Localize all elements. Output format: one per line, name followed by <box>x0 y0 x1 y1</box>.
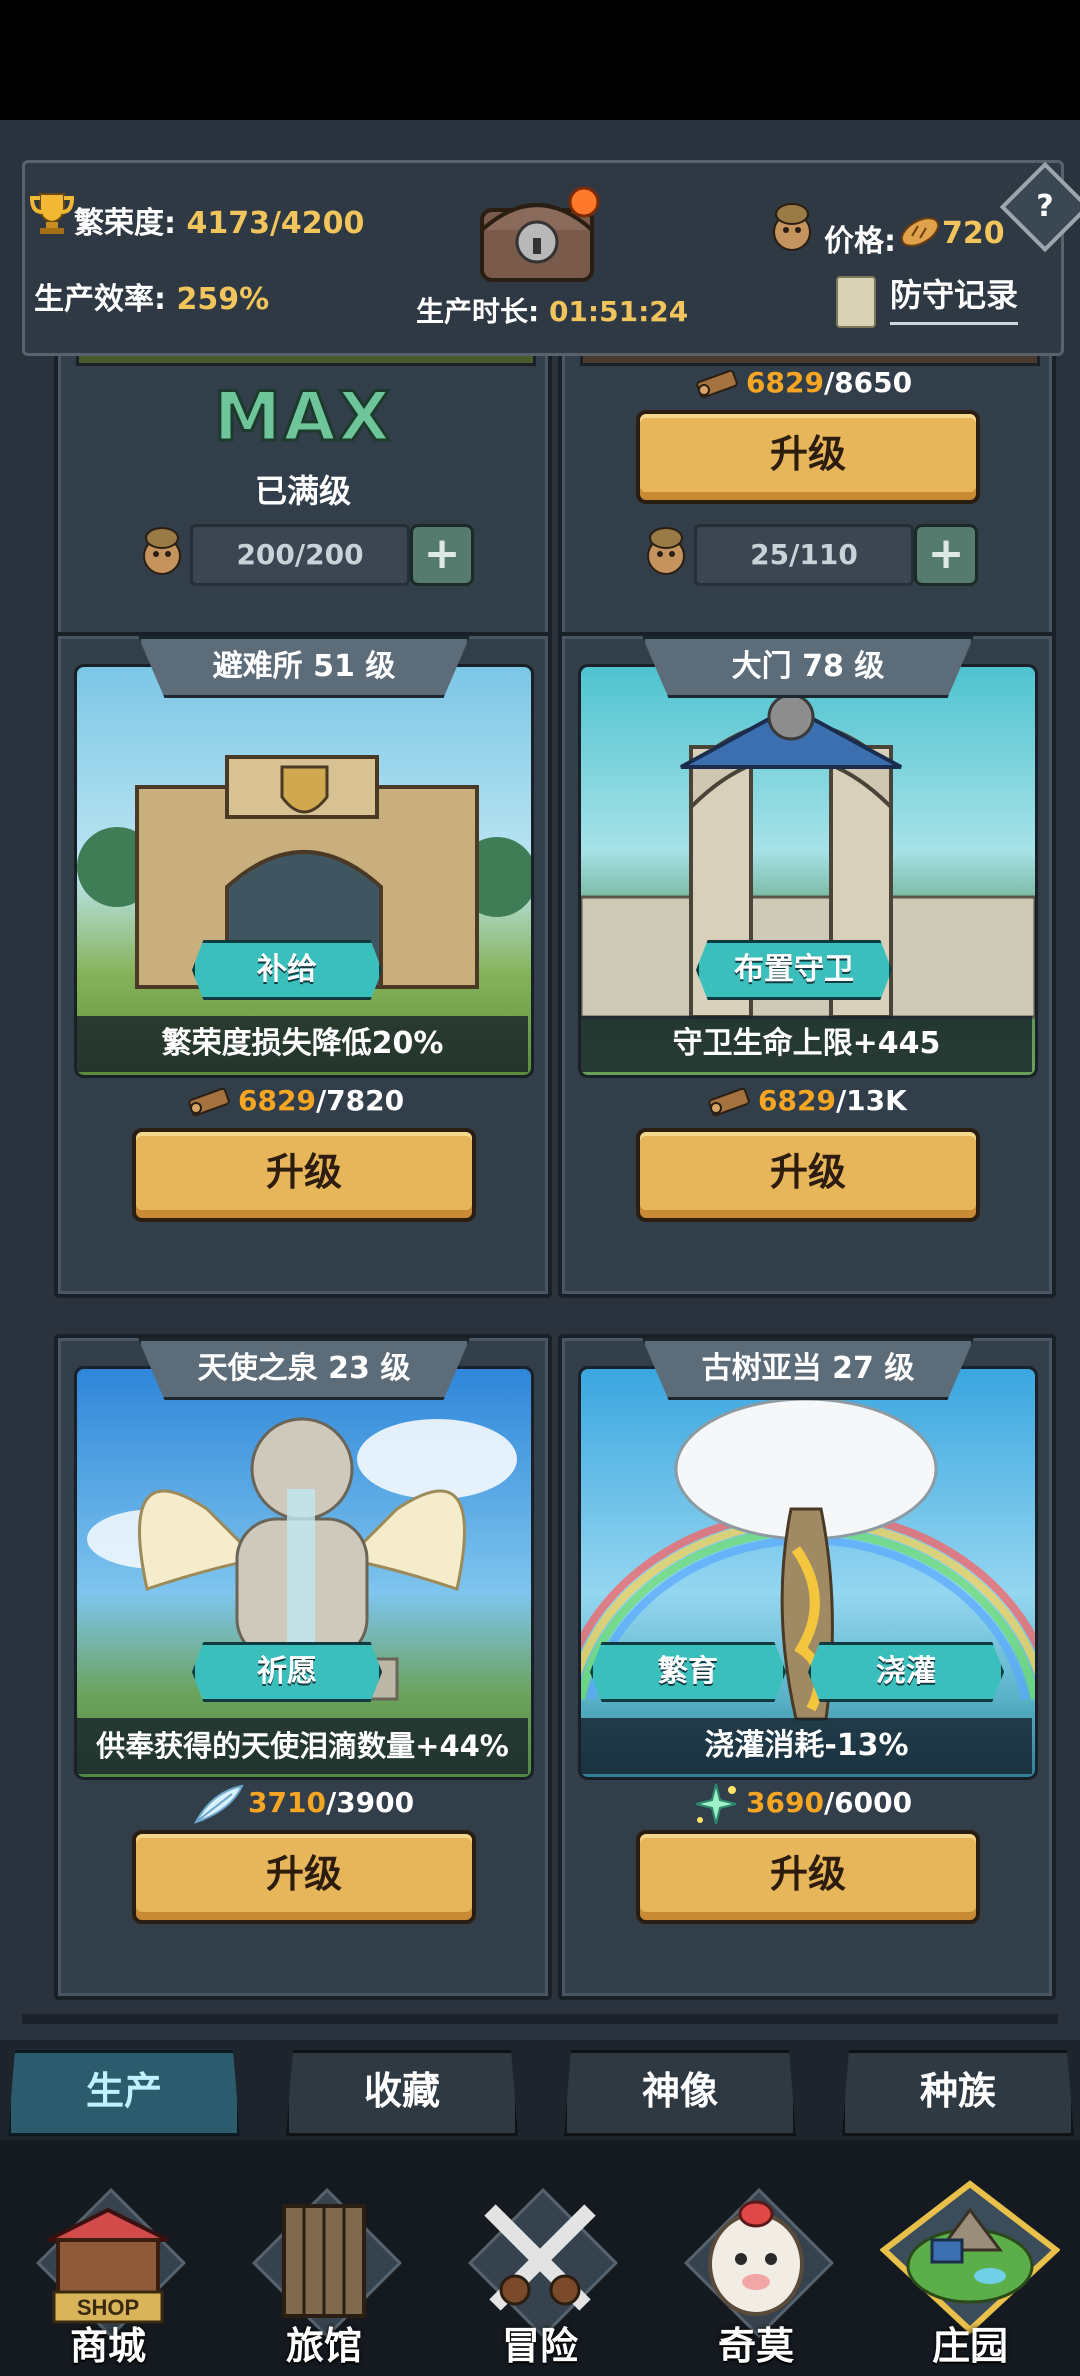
worker-count: 25/110 <box>694 524 914 586</box>
help-button[interactable]: ? <box>999 161 1080 253</box>
nav-manor[interactable]: 庄园 <box>880 2180 1060 2370</box>
tab-race[interactable]: 种族 <box>842 2050 1074 2136</box>
bread-icon <box>900 217 940 247</box>
inn-door-icon <box>282 2204 366 2318</box>
upgrade-cost: 3710/3900 <box>248 1786 415 1819</box>
feather-icon <box>193 1784 244 1824</box>
worker-icon <box>647 527 685 575</box>
nav-qimo-label: 奇莫 <box>717 2324 794 2368</box>
sparkle-icon <box>695 1783 737 1825</box>
wood-icon <box>708 1087 750 1117</box>
shop-icon: SHOP <box>47 2207 169 2324</box>
production-efficiency: 生产效率: 259% <box>34 282 270 317</box>
add-worker-button[interactable]: + <box>914 524 978 586</box>
price-worker-icon <box>773 203 811 251</box>
production-duration: 生产时长: 01:51:24 <box>416 295 689 328</box>
nav-qimo[interactable]: 奇莫 <box>666 2180 846 2370</box>
upgrade-cost: 6829/13K <box>758 1084 907 1117</box>
building-card-ancient-tree: 古树亚当 27 级 繁育 浇灌 浇灌消耗-13% 3690/6000 升级 <box>558 1334 1056 2000</box>
wood-icon <box>188 1087 230 1117</box>
water-button[interactable]: 浇灌 <box>808 1642 1004 1702</box>
upgrade-button[interactable]: 升级 <box>636 1128 980 1222</box>
building-effect: 浇灌消耗-13% <box>581 1718 1032 1774</box>
upgrade-button[interactable]: 升级 <box>636 410 980 504</box>
building-title: 天使之泉 23 级 <box>138 1338 470 1400</box>
building-effect: 守卫生命上限+445 <box>581 1016 1032 1072</box>
nav-shop[interactable]: SHOP 商城 <box>18 2180 198 2370</box>
treasure-chest-icon[interactable] <box>462 180 612 290</box>
upgrade-button[interactable]: 升级 <box>636 1830 980 1924</box>
breed-button[interactable]: 繁育 <box>590 1642 786 1702</box>
clipboard-icon <box>836 276 876 328</box>
supply-button[interactable]: 补给 <box>192 940 382 1000</box>
add-worker-button[interactable]: + <box>410 524 474 586</box>
nav-shop-label: 商城 <box>69 2324 146 2368</box>
nav-inn[interactable]: 旅馆 <box>234 2180 414 2370</box>
scroll-panel-bottom <box>22 2014 1058 2024</box>
crossed-swords-icon <box>484 2204 596 2311</box>
tab-collection[interactable]: 收藏 <box>286 2050 518 2136</box>
defense-record-link[interactable]: 防守记录 <box>890 270 1019 325</box>
nav-adventure[interactable]: 冒险 <box>450 2180 630 2370</box>
nav-inn-label: 旅馆 <box>285 2324 362 2368</box>
building-card-shelter: 避难所 51 级 补给 繁荣度损失降低20% 6829/7820 升级 <box>54 632 552 1298</box>
wish-button[interactable]: 祈愿 <box>192 1642 382 1702</box>
building-effect: 繁荣度损失降低20% <box>77 1016 528 1072</box>
manor-screen: MAX 已满级 200/200 + 6829/8650 升级 25/110 + <box>0 120 1080 2376</box>
shelter-illustration <box>77 755 531 989</box>
building-title: 古树亚当 27 级 <box>642 1338 974 1400</box>
worker-count: 200/200 <box>190 524 410 586</box>
prosperity: 繁荣度: 4173/4200 <box>74 206 365 241</box>
upgrade-cost: 6829/7820 <box>238 1084 405 1117</box>
maxed-label: 已满级 <box>254 472 351 510</box>
building-card-gate: 大门 78 级 布置守卫 守卫生命上限+445 6829/13K 升级 <box>558 632 1056 1298</box>
upgrade-cost: 3690/6000 <box>746 1786 913 1819</box>
nav-manor-label: 庄园 <box>931 2324 1008 2368</box>
building-card-angel-fountain: 天使之泉 23 级 祈愿 供奉获得的天使泪滴数量+44% 3710/3900 升… <box>54 1334 552 2000</box>
upgrade-button[interactable]: 升级 <box>132 1128 476 1222</box>
tab-statue[interactable]: 神像 <box>564 2050 796 2136</box>
worker-icon <box>143 527 181 575</box>
nav-adventure-label: 冒险 <box>501 2324 578 2368</box>
wood-icon <box>696 369 738 399</box>
qimo-creature-icon <box>708 2200 804 2316</box>
building-title: 大门 78 级 <box>642 636 974 698</box>
tab-production[interactable]: 生产 <box>8 2050 240 2136</box>
gate-illustration <box>581 693 1035 1019</box>
max-text: MAX <box>212 377 393 459</box>
upgrade-button[interactable]: 升级 <box>132 1830 476 1924</box>
angel-fountain-illustration <box>87 1417 517 1701</box>
building-title: 避难所 51 级 <box>138 636 470 698</box>
ancient-tree-illustration <box>581 1397 1035 1721</box>
building-effect: 供奉获得的天使泪滴数量+44% <box>77 1718 528 1774</box>
upgrade-cost: 6829/8650 <box>746 366 913 399</box>
price: 价格: <box>824 224 896 259</box>
place-guard-button[interactable]: 布置守卫 <box>696 940 892 1000</box>
trophy-icon <box>30 193 74 234</box>
price-value: 720 <box>942 216 1005 251</box>
